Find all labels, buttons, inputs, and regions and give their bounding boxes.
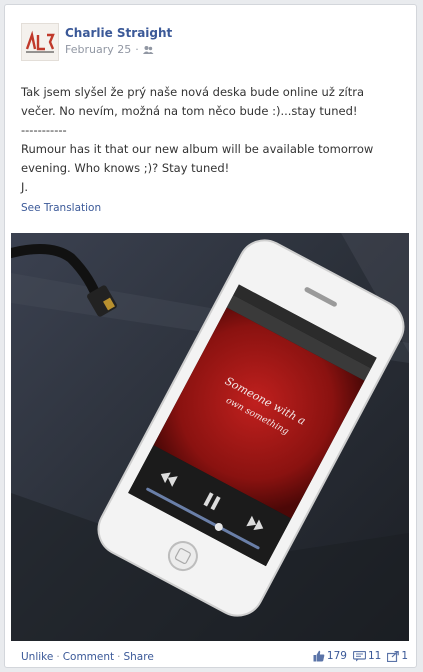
comments-number: 11 [367,650,382,662]
post-header: Charlie Straight February 25 · [21,23,400,63]
post-divider: ----------- [21,123,67,137]
post-counts: 179 11 1 [313,650,408,662]
post-card: Charlie Straight February 25 · Tak jsem … [4,4,417,668]
comment-bubble-icon [352,650,366,661]
post-actions: Unlike · Comment · Share [21,651,154,663]
post-meta: February 25 · [65,43,154,56]
likes-number: 179 [326,650,347,662]
share-link[interactable]: Share [123,651,153,663]
post-message: Tak jsem slyšel že prý naše nová deska b… [21,83,401,197]
sep-2: · [117,651,121,663]
comment-link[interactable]: Comment [63,651,114,663]
shares-number: 1 [401,650,408,662]
avatar[interactable] [21,23,59,61]
author-name[interactable]: Charlie Straight [65,26,172,40]
friends-globe-icon[interactable] [142,45,154,55]
post-text-czech: Tak jsem slyšel že prý naše nová deska b… [21,85,365,118]
sep-dot: · [135,43,139,56]
thumbs-up-icon [313,650,325,662]
post-footer: Unlike · Comment · Share 179 11 1 [21,649,408,667]
shares-count[interactable]: 1 [387,650,408,662]
band-logo-icon [24,30,56,54]
post-photo[interactable]: Someone with a own something [11,233,409,641]
post-signature: J. [21,180,29,194]
comments-count[interactable]: 11 [352,650,382,662]
iphone-photo: Someone with a own something [11,233,409,641]
post-date[interactable]: February 25 [65,43,131,56]
sep-1: · [56,651,60,663]
likes-count[interactable]: 179 [313,650,347,662]
share-icon [387,650,400,662]
post-text-english: Rumour has it that our new album will be… [21,142,374,175]
see-translation-link[interactable]: See Translation [21,202,101,214]
unlike-link[interactable]: Unlike [21,651,53,663]
